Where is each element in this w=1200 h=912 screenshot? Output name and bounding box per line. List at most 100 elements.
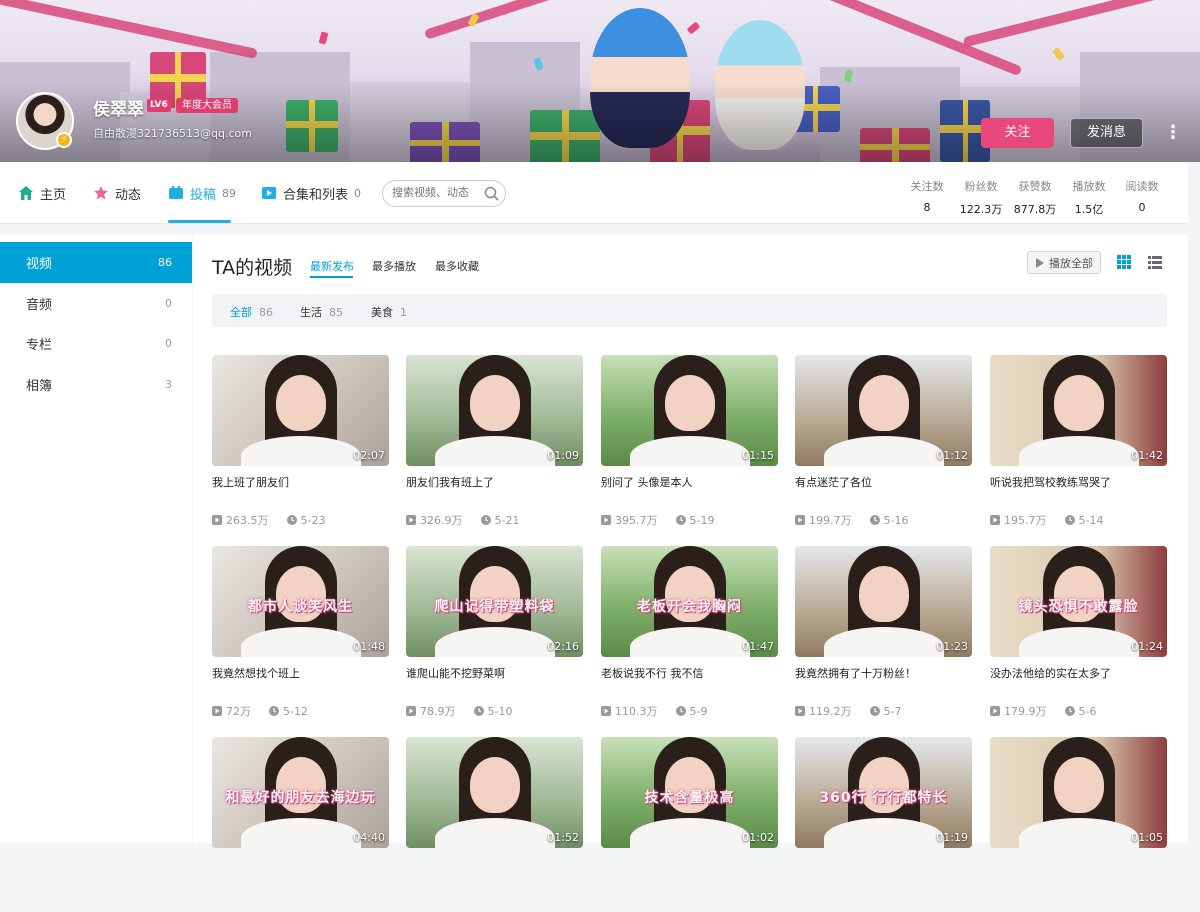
video-duration: 02:07 (353, 449, 385, 462)
video-duration: 04:40 (353, 831, 385, 844)
filter-life[interactable]: 生活 85 (300, 304, 343, 320)
message-button[interactable]: 发消息 (1070, 118, 1143, 148)
video-thumbnail[interactable]: 01:05 (990, 737, 1167, 848)
sort-latest[interactable]: 最新发布 (310, 258, 354, 274)
sidebar-item-articles[interactable]: 专栏 0 (0, 323, 192, 364)
filter-label: 美食 (371, 306, 393, 319)
video-card[interactable]: 都市人谈笑风生 01:48 我竟然想找个班上 72万 5-12 (212, 546, 389, 721)
video-card[interactable]: 01:23 我竟然拥有了十万粉丝！ 119.2万 5-7 (795, 546, 972, 721)
video-card[interactable]: 01:15 别问了 头像是本人 395.7万 5-19 (601, 355, 778, 530)
sidebar-item-video[interactable]: 视频 86 (0, 242, 192, 283)
video-card[interactable]: 01:09 朋友们我有班上了 326.9万 5-21 (406, 355, 583, 530)
filter-count: 85 (329, 306, 343, 319)
video-thumbnail[interactable]: 01:09 (406, 355, 583, 466)
video-thumbnail[interactable]: 技术含量极高 01:02 (601, 737, 778, 848)
follow-button[interactable]: 关注 (981, 118, 1054, 148)
video-title[interactable]: 我竟然拥有了十万粉丝！ (795, 665, 972, 681)
sidebar-item-label: 音频 (26, 298, 53, 313)
video-card[interactable]: 老板开会我胸闷 01:47 老板说我不行 我不信 110.3万 5-9 (601, 546, 778, 721)
play-count: 110.3万 (615, 705, 658, 718)
video-thumbnail[interactable]: 和最好的朋友去海边玩 04:40 (212, 737, 389, 848)
search-box[interactable] (382, 180, 506, 207)
tab-dynamic[interactable]: 动态 (93, 162, 141, 224)
play-count-icon (990, 515, 1000, 525)
clock-icon (473, 706, 484, 716)
video-thumbnail[interactable]: 01:52 (406, 737, 583, 848)
video-title[interactable]: 听说我把驾校教练骂哭了 (990, 474, 1167, 490)
video-card[interactable]: 01:52 (406, 737, 583, 912)
video-duration: 01:42 (1131, 449, 1163, 462)
upload-date: 5-21 (494, 513, 520, 527)
video-title[interactable]: 我上班了朋友们 (212, 474, 389, 490)
list-view-icon[interactable] (1147, 254, 1163, 270)
sort-most-favorited[interactable]: 最多收藏 (435, 258, 479, 274)
video-card[interactable]: 01:05 (990, 737, 1167, 912)
sidebar-item-count: 86 (158, 256, 172, 269)
video-card[interactable]: 和最好的朋友去海边玩 04:40 (212, 737, 389, 912)
video-title[interactable]: 朋友们我有班上了 (406, 474, 583, 490)
video-title[interactable]: 我竟然想找个班上 (212, 665, 389, 681)
filter-label: 生活 (300, 306, 322, 319)
stat-label: 阅读数 (1125, 180, 1159, 193)
video-thumbnail[interactable]: 都市人谈笑风生 01:48 (212, 546, 389, 657)
video-card[interactable]: 技术含量极高 01:02 (601, 737, 778, 912)
video-thumbnail[interactable]: 01:23 (795, 546, 972, 657)
play-count: 326.9万 (420, 514, 463, 527)
more-icon[interactable]: ⋮ (1164, 122, 1182, 144)
thumbnail-caption: 爬山记得带塑料袋 (434, 599, 555, 615)
stat-likes: 获赞数 877.8万 (1012, 178, 1058, 217)
video-thumbnail[interactable]: 01:12 (795, 355, 972, 466)
upload-date: 5-14 (1078, 513, 1104, 527)
search-input[interactable] (392, 186, 482, 199)
play-icon (1036, 257, 1044, 268)
play-count: 119.2万 (809, 705, 852, 718)
filter-all[interactable]: 全部 86 (230, 304, 273, 320)
video-card[interactable]: 镜头恐惧不敢露脸 01:24 没办法他给的实在太多了 179.9万 5-6 (990, 546, 1167, 721)
stat-label: 关注数 (910, 180, 944, 193)
clock-icon (675, 706, 686, 716)
video-title[interactable]: 老板说我不行 我不信 (601, 665, 778, 681)
video-thumbnail[interactable]: 镜头恐惧不敢露脸 01:24 (990, 546, 1167, 657)
video-card[interactable]: 爬山记得带塑料袋 02:16 谁爬山能不挖野菜啊 78.9万 5-10 (406, 546, 583, 721)
video-duration: 01:47 (742, 640, 774, 653)
stat-value: 877.8万 (1013, 203, 1057, 216)
grid-view-icon[interactable] (1116, 254, 1132, 270)
filter-food[interactable]: 美食 1 (371, 304, 407, 320)
stat-following[interactable]: 关注数 8 (904, 178, 950, 214)
video-thumbnail[interactable]: 02:07 (212, 355, 389, 466)
video-thumbnail[interactable]: 360行 行行都特长 01:19 (795, 737, 972, 848)
upload-date: 5-23 (300, 513, 326, 527)
play-count: 78.9万 (420, 705, 456, 718)
video-title[interactable]: 谁爬山能不挖野菜啊 (406, 665, 583, 681)
home-icon (18, 185, 34, 201)
video-card[interactable]: 01:12 有点迷茫了各位 199.7万 5-16 (795, 355, 972, 530)
video-title[interactable]: 没办法他给的实在太多了 (990, 665, 1167, 681)
tab-collections-label: 合集和列表 (283, 187, 349, 203)
clock-icon (869, 515, 880, 525)
play-count: 263.5万 (226, 514, 269, 527)
video-thumbnail[interactable]: 01:15 (601, 355, 778, 466)
clock-icon (286, 515, 297, 525)
video-meta: 199.7万 5-16 (795, 512, 908, 528)
video-title[interactable]: 别问了 头像是本人 (601, 474, 778, 490)
sidebar-item-albums[interactable]: 相簿 3 (0, 364, 192, 405)
video-card[interactable]: 01:42 听说我把驾校教练骂哭了 195.7万 5-14 (990, 355, 1167, 530)
sidebar-item-count: 0 (165, 297, 172, 310)
stat-value: 1.5亿 (1074, 203, 1104, 216)
video-title[interactable]: 有点迷茫了各位 (795, 474, 972, 490)
play-all-button[interactable]: 播放全部 (1027, 251, 1101, 274)
video-thumbnail[interactable]: 老板开会我胸闷 01:47 (601, 546, 778, 657)
search-icon[interactable] (484, 186, 499, 201)
video-thumbnail[interactable]: 01:42 (990, 355, 1167, 466)
stat-followers[interactable]: 粉丝数 122.3万 (958, 178, 1004, 217)
tab-uploads[interactable]: 投稿 89 (168, 162, 236, 224)
video-card[interactable]: 360行 行行都特长 01:19 (795, 737, 972, 912)
tab-collections[interactable]: 合集和列表 0 (261, 162, 361, 224)
sort-most-played[interactable]: 最多播放 (372, 258, 416, 274)
video-thumbnail[interactable]: 爬山记得带塑料袋 02:16 (406, 546, 583, 657)
sidebar-item-audio[interactable]: 音频 0 (0, 283, 192, 324)
tab-home[interactable]: 主页 (18, 162, 66, 224)
video-duration: 01:12 (936, 449, 968, 462)
video-panel: TA的视频 最新发布 最多播放 最多收藏 播放全部 全部 86 生活 85 美食 1 … (193, 234, 1188, 848)
video-card[interactable]: 02:07 我上班了朋友们 263.5万 5-23 (212, 355, 389, 530)
